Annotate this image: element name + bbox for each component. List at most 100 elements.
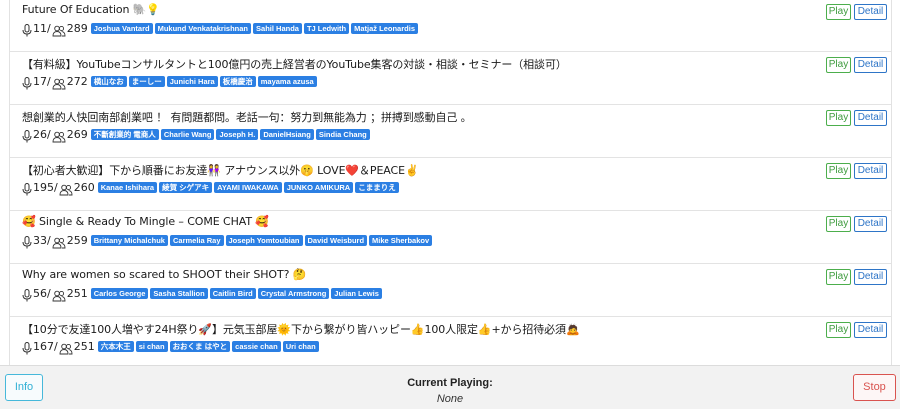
listener-count: 260 — [73, 180, 95, 194]
people-icon — [52, 22, 66, 37]
microphone-icon — [22, 75, 32, 89]
people-icon — [52, 75, 66, 90]
user-tag: 横山なお — [90, 75, 127, 87]
user-tag: Carmelia Ray — [169, 234, 224, 246]
detail-button[interactable]: Detail — [854, 4, 887, 20]
user-tag: Joseph H. — [216, 128, 259, 140]
listener-count: 259 — [66, 233, 88, 247]
play-button[interactable]: Play — [826, 269, 851, 285]
room-meta: 195/ 260 Kanae Ishihara 綾賀 シゲアキ AYAMI IWAKAW… — [22, 180, 401, 196]
room-meta: 167/ 251 六本木王 si chan おおくま はやと cassie chan Uri… — [22, 339, 321, 355]
room-row: Why are women so scared to SHOOT their S… — [10, 264, 891, 317]
play-button[interactable]: Play — [826, 57, 851, 73]
user-tag: Mike Sherbakov — [369, 234, 433, 246]
room-title: 【初心者大歓迎】下から順番にお友達👭 アナウンス以外🤫 LOVE❤️＆PEACE… — [22, 164, 419, 177]
user-tag: mayama azusa — [257, 75, 317, 87]
user-tag: Julian Lewis — [331, 287, 382, 299]
detail-button[interactable]: Detail — [854, 110, 887, 126]
user-tags: 不斷創業的 電商人 Charlie Wang Joseph H. DanielHsia… — [90, 128, 372, 140]
user-tag: Carlos George — [90, 287, 149, 299]
user-tag: si chan — [135, 340, 168, 352]
user-tag: Matjaž Leonardis — [351, 22, 418, 34]
room-list: Future Of Education 🐘💡 11/289 Joshua Vanta… — [0, 0, 900, 365]
people-icon — [52, 287, 66, 302]
room-title: Future Of Education 🐘💡 — [22, 3, 161, 16]
user-tags: Brittany Michalchuk Carmelia Ray Joseph Yo… — [90, 234, 434, 246]
user-tag: Sahil Handa — [253, 22, 302, 34]
listener-count: 251 — [73, 339, 95, 353]
room-meta: 26/ 269 不斷創業的 電商人 Charlie Wang Joseph H. Dani… — [22, 127, 372, 143]
user-tag: Sindia Chang — [315, 128, 370, 140]
user-tag: まーしー — [128, 75, 165, 87]
room-meta: 56/ 251 Carlos George Sasha Stallion Caitlin… — [22, 286, 384, 302]
room-row: 【10分で友達100人増やす24H祭り🚀】元気玉部屋🌞下から繋がり皆ハッピー👍1… — [10, 317, 891, 365]
speaker-count: 56 — [33, 286, 47, 300]
speaker-count: 195 — [33, 180, 54, 194]
player-footer: Info Current Playing: None Stop — [0, 365, 900, 409]
detail-button[interactable]: Detail — [854, 163, 887, 179]
play-button[interactable]: Play — [826, 163, 851, 179]
current-playing-label: Current Playing: — [407, 377, 493, 389]
count-separator: / — [54, 180, 58, 194]
user-tag: TJ Ledwith — [303, 22, 350, 34]
microphone-icon — [22, 22, 32, 36]
speaker-count: 167 — [33, 339, 54, 353]
speaker-count: 11 — [33, 21, 47, 35]
speaker-count: 33 — [33, 233, 47, 247]
user-tag: Sasha Stallion — [150, 287, 208, 299]
microphone-icon — [22, 287, 32, 301]
people-icon — [59, 181, 73, 196]
list-right-border — [891, 0, 892, 365]
count-separator: / — [47, 233, 51, 247]
user-tag: 板橋慶治 — [219, 75, 256, 87]
user-tag: JUNKO AMIKURA — [283, 181, 354, 193]
room-meta: 11/ 289 Joshua Vantard Mukund Venkatakrishn… — [22, 21, 420, 37]
user-tags: 横山なお まーしー Junichi Hara 板橋慶治 mayama azusa — [90, 75, 319, 87]
user-tag: Caitlin Bird — [209, 287, 256, 299]
user-tag: David Weisburd — [304, 234, 368, 246]
user-tag: おおくま はやと — [169, 340, 231, 352]
room-title: Why are women so scared to SHOOT their S… — [22, 268, 307, 281]
count-separator: / — [47, 127, 51, 141]
people-icon — [59, 340, 73, 355]
user-tag: cassie chan — [232, 340, 281, 352]
room-meta: 17/ 272 横山なお まーしー Junichi Hara 板橋慶治 mayama azu… — [22, 74, 319, 90]
detail-button[interactable]: Detail — [854, 322, 887, 338]
user-tags: Kanae Ishihara 綾賀 シゲアキ AYAMI IWAKAWA JUNKO … — [97, 181, 401, 193]
room-row: 【初心者大歓迎】下から順番にお友達👭 アナウンス以外🤫 LOVE❤️＆PEACE… — [10, 158, 891, 211]
user-tag: Kanae Ishihara — [97, 181, 158, 193]
room-title: 【有料級】YouTubeコンサルタントと100億円の売上経営者のYouTube集… — [22, 58, 567, 71]
play-button[interactable]: Play — [826, 216, 851, 232]
user-tag: 不斷創業的 電商人 — [90, 128, 159, 140]
listener-count: 289 — [66, 21, 88, 35]
detail-button[interactable]: Detail — [854, 57, 887, 73]
detail-button[interactable]: Detail — [854, 216, 887, 232]
user-tag: 綾賀 シゲアキ — [159, 181, 213, 193]
user-tag: Crystal Armstrong — [257, 287, 330, 299]
room-row: 🥰 Single & Ready To Mingle – COME CHAT 🥰… — [10, 211, 891, 264]
play-button[interactable]: Play — [826, 110, 851, 126]
count-separator: / — [54, 339, 58, 353]
room-title: 想創業的人快回南部創業吧 ！ 有問題都問。老話一句：努力到無能為力 ；拼搏到感動… — [22, 111, 472, 124]
people-icon — [52, 234, 66, 249]
user-tag: Mukund Venkatakrishnan — [154, 22, 252, 34]
play-button[interactable]: Play — [826, 322, 851, 338]
user-tag: DanielHsiang — [260, 128, 314, 140]
play-button[interactable]: Play — [826, 4, 851, 20]
microphone-icon — [22, 128, 32, 142]
room-title: 🥰 Single & Ready To Mingle – COME CHAT 🥰 — [22, 215, 269, 228]
user-tag: Uri chan — [282, 340, 319, 352]
room-meta: 33/ 259 Brittany Michalchuk Carmelia Ray Jos… — [22, 233, 434, 249]
count-separator: / — [47, 74, 51, 88]
listener-count: 272 — [66, 74, 88, 88]
detail-button[interactable]: Detail — [854, 269, 887, 285]
listener-count: 251 — [66, 286, 88, 300]
listener-count: 269 — [66, 127, 88, 141]
stop-button[interactable]: Stop — [853, 374, 896, 401]
user-tags: Joshua Vantard Mukund Venkatakrishnan Sahi… — [90, 22, 420, 34]
microphone-icon — [22, 340, 32, 354]
user-tag: Joshua Vantard — [90, 22, 153, 34]
user-tag: Joseph Yomtoubian — [225, 234, 303, 246]
user-tag: Charlie Wang — [160, 128, 215, 140]
room-row: 【有料級】YouTubeコンサルタントと100億円の売上経営者のYouTube集… — [10, 52, 891, 105]
